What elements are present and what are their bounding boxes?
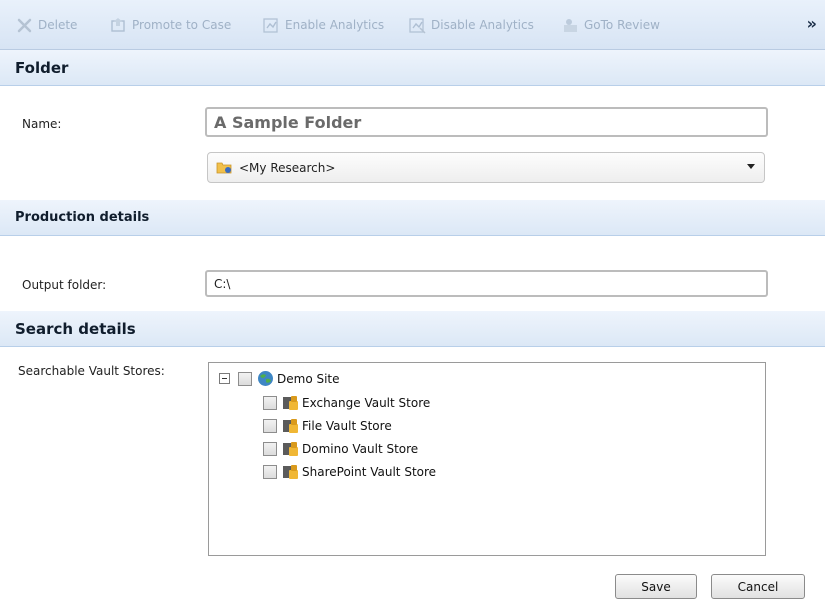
vault-store-icon	[282, 417, 299, 434]
save-button[interactable]: Save	[615, 574, 697, 599]
delete-label: Delete	[38, 18, 78, 32]
tree-node-label: Exchange Vault Store	[302, 395, 431, 410]
promote-to-case-button[interactable]: Promote to Case	[110, 14, 231, 36]
name-label: Name:	[22, 117, 62, 131]
vault-store-icon	[282, 440, 299, 457]
vault-store-icon	[282, 463, 299, 480]
tree-node-label: SharePoint Vault Store	[302, 464, 437, 479]
disable-analytics-label: Disable Analytics	[431, 18, 534, 32]
goto-review-label: GoTo Review	[584, 18, 660, 32]
tree-node-demo-site[interactable]: Demo Site	[219, 370, 340, 387]
promote-icon	[110, 17, 127, 34]
toolbar: Delete Promote to Case Enable Analytics …	[0, 0, 825, 50]
chevron-down-icon	[747, 164, 755, 169]
checkbox-demo-site[interactable]	[238, 371, 252, 386]
vault-store-tree: Demo Site Exchange Vault Store File Vaul…	[208, 362, 766, 556]
disable-analytics-icon	[409, 17, 426, 34]
checkbox-domino-vault-store[interactable]	[263, 441, 277, 456]
folder-section-header: Folder	[0, 50, 825, 86]
checkbox-file-vault-store[interactable]	[263, 418, 277, 433]
enable-analytics-icon	[263, 17, 280, 34]
enable-analytics-button[interactable]: Enable Analytics	[263, 14, 384, 36]
delete-button[interactable]: Delete	[16, 14, 77, 36]
searchable-vault-stores-label: Searchable Vault Stores:	[18, 364, 165, 378]
output-folder-label: Output folder:	[22, 278, 107, 292]
production-section-header: Production details	[0, 200, 825, 236]
tree-node-label: File Vault Store	[302, 418, 392, 433]
folder-name-input[interactable]: A Sample Folder	[205, 107, 768, 137]
disable-analytics-button[interactable]: Disable Analytics	[409, 14, 534, 36]
folder-icon	[216, 159, 233, 176]
search-section-header: Search details	[0, 311, 825, 347]
tree-node-file-vault-store[interactable]: File Vault Store	[263, 417, 392, 434]
checkbox-exchange-vault-store[interactable]	[263, 395, 277, 410]
collapse-icon[interactable]	[219, 373, 230, 384]
folder-location-value: <My Research>	[239, 160, 336, 175]
checkbox-sharepoint-vault-store[interactable]	[263, 464, 277, 479]
promote-label: Promote to Case	[132, 18, 232, 32]
tree-node-label: Demo Site	[277, 371, 340, 386]
review-icon	[562, 17, 579, 34]
goto-review-button[interactable]: GoTo Review	[562, 14, 660, 36]
cancel-button[interactable]: Cancel	[711, 574, 805, 599]
tree-node-sharepoint-vault-store[interactable]: SharePoint Vault Store	[263, 463, 436, 480]
globe-icon	[257, 370, 274, 387]
tree-node-domino-vault-store[interactable]: Domino Vault Store	[263, 440, 418, 457]
delete-icon	[16, 17, 33, 34]
tree-node-label: Domino Vault Store	[302, 441, 419, 456]
overflow-chevron-icon[interactable]: »	[807, 14, 817, 33]
vault-store-icon	[282, 394, 299, 411]
folder-location-select[interactable]: <My Research>	[207, 152, 765, 183]
tree-node-exchange-vault-store[interactable]: Exchange Vault Store	[263, 394, 430, 411]
enable-analytics-label: Enable Analytics	[285, 18, 385, 32]
output-folder-input[interactable]: C:\	[205, 270, 768, 297]
